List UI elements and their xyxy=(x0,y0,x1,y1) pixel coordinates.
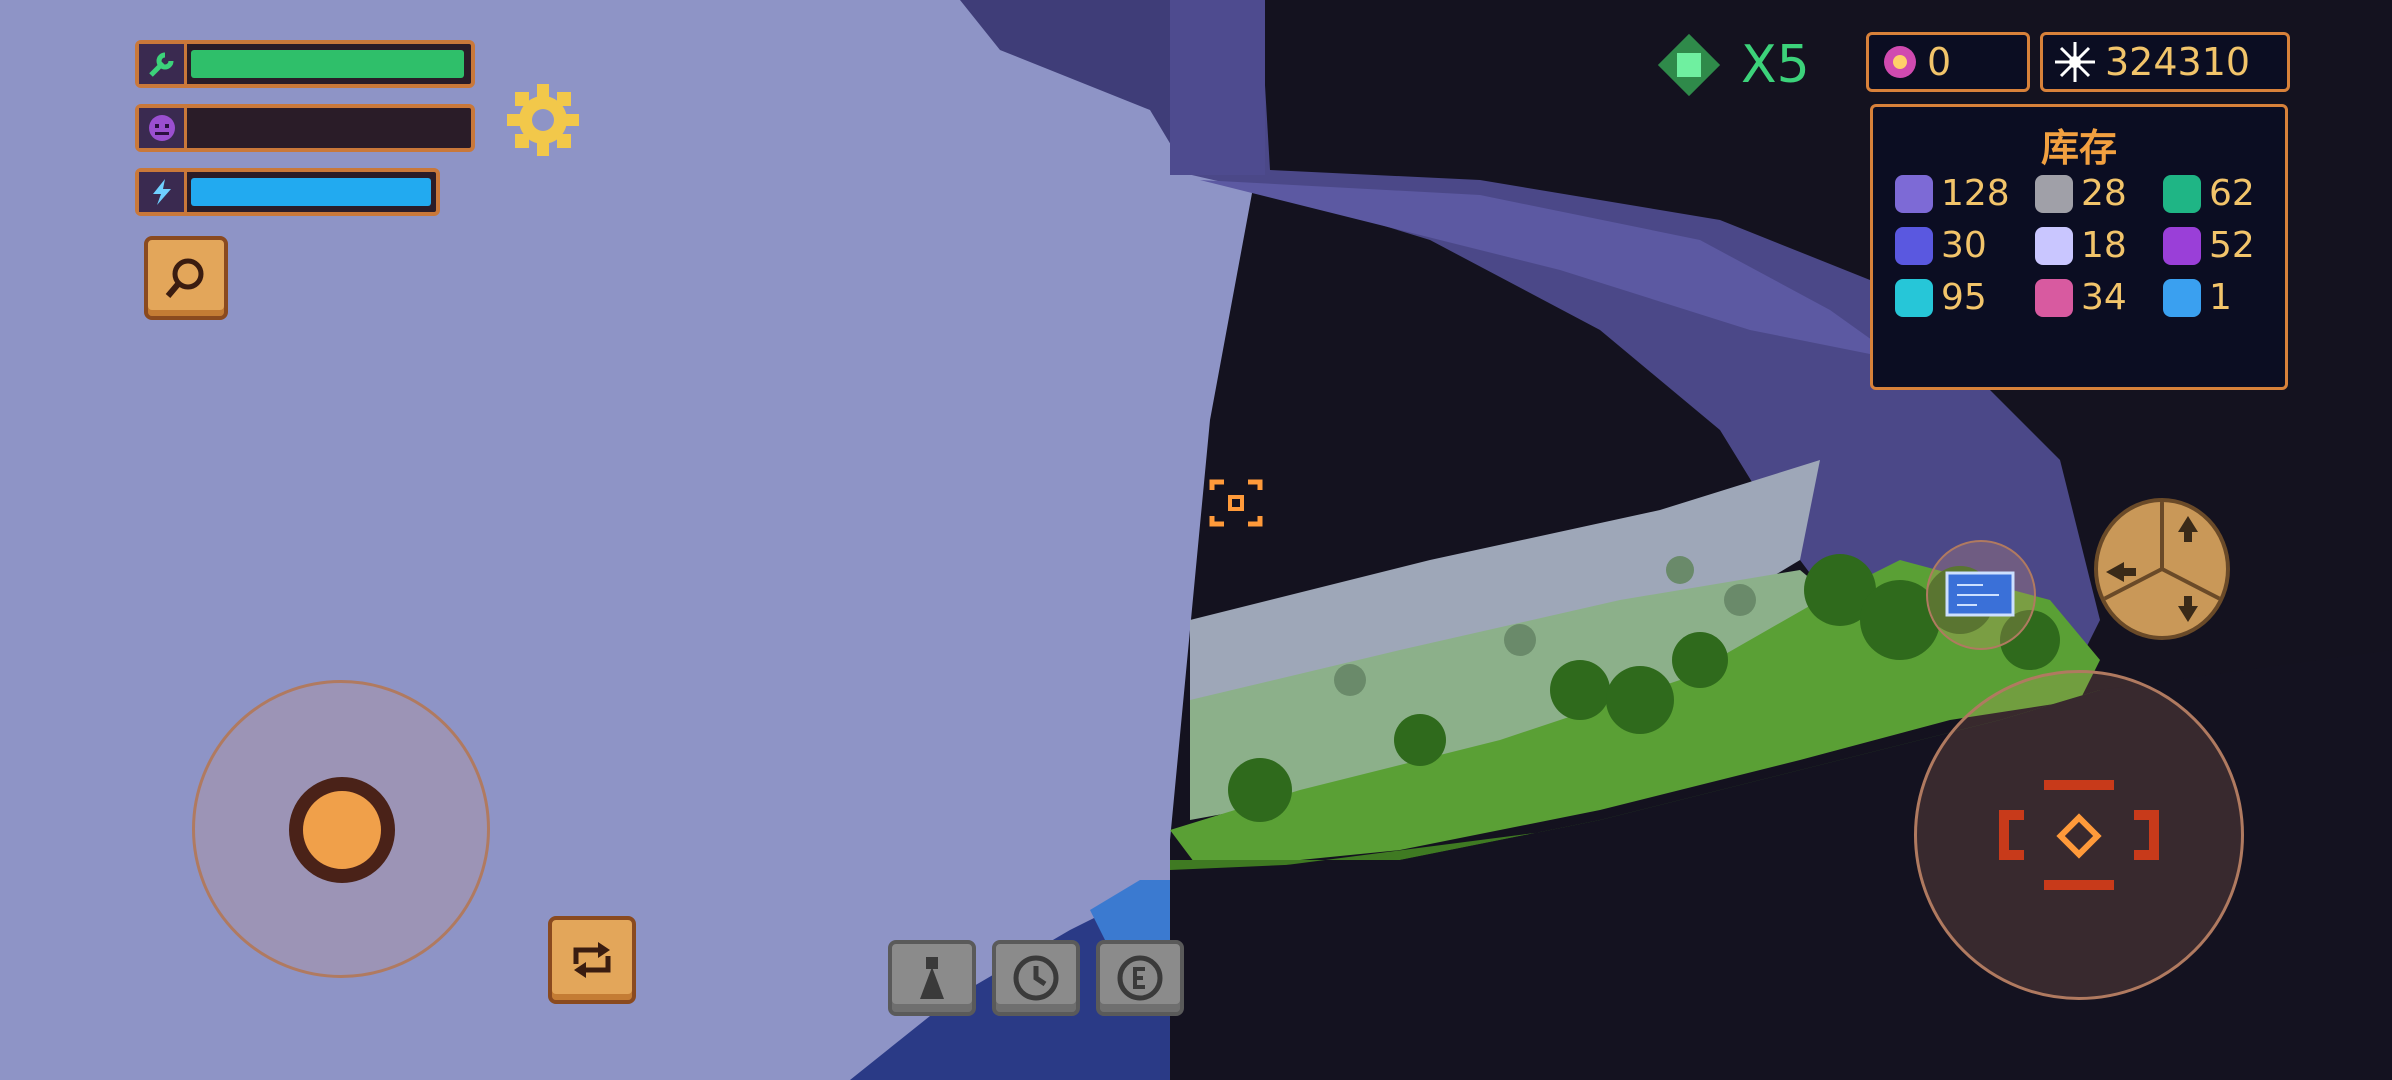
gem-count: 0 xyxy=(1927,40,1952,84)
demon-face-icon xyxy=(139,108,187,148)
gem-counter: 0 xyxy=(1866,32,2030,92)
inventory-item: 30 xyxy=(1895,225,1987,266)
gear-icon xyxy=(507,84,579,156)
joystick-knob[interactable] xyxy=(289,777,395,883)
inventory-item-count: 28 xyxy=(2081,173,2127,214)
swap-weapon-button[interactable] xyxy=(548,916,636,1004)
inventory-item: 128 xyxy=(1895,173,2010,214)
inventory-item: 62 xyxy=(2163,173,2255,214)
arrow-up-icon[interactable] xyxy=(2178,516,2198,542)
multiplier-display: X5 xyxy=(1655,30,1810,100)
clock-icon xyxy=(1013,955,1059,1001)
health-bar xyxy=(135,40,475,88)
score-counter: 324310 xyxy=(2040,32,2290,92)
search-icon xyxy=(165,258,204,298)
inventory-item-count: 30 xyxy=(1941,225,1987,266)
health-bar-fill xyxy=(191,50,464,78)
movement-joystick[interactable] xyxy=(192,680,490,978)
direction-wheel[interactable] xyxy=(2094,498,2230,640)
star-spark-icon xyxy=(2035,226,2073,265)
blueprint-scroll-icon xyxy=(1945,571,2015,617)
arrow-down-icon[interactable] xyxy=(2178,596,2198,622)
inventory-item-count: 34 xyxy=(2081,277,2127,318)
green-crystal-icon xyxy=(2163,174,2201,213)
blue-cube-icon xyxy=(2163,278,2201,317)
pink-gem-icon xyxy=(1884,46,1916,78)
skill-slot-2-button[interactable] xyxy=(992,940,1080,1016)
score-value: 324310 xyxy=(2105,40,2251,84)
inventory-item: 52 xyxy=(2163,225,2255,266)
inventory-title: 库存 xyxy=(2040,126,2117,170)
inventory-item-count: 52 xyxy=(2209,225,2255,266)
zoom-search-button[interactable] xyxy=(144,236,228,320)
inventory-item: 34 xyxy=(2035,277,2127,318)
inventory-item-count: 95 xyxy=(1941,277,1987,318)
inventory-item: 18 xyxy=(2035,225,2127,266)
lightning-icon xyxy=(139,172,187,212)
inventory-item: 1 xyxy=(2163,277,2232,318)
green-chip-icon xyxy=(1657,33,1721,97)
skill-slot-3-button[interactable] xyxy=(1096,940,1184,1016)
fire-button[interactable] xyxy=(1914,670,2244,1000)
inventory-item-count: 128 xyxy=(1941,173,2010,214)
spark-burst-icon xyxy=(2055,42,2095,82)
energy-bar xyxy=(135,168,440,216)
inventory-item: 28 xyxy=(2035,173,2127,214)
settings-gear-button[interactable] xyxy=(505,82,581,158)
rage-bar xyxy=(135,104,475,152)
pink-vine-icon xyxy=(2035,278,2073,317)
wrench-icon xyxy=(139,44,187,84)
coin-icon xyxy=(1117,955,1163,1001)
blueprint-button[interactable] xyxy=(1926,540,2036,650)
violet-crystal-icon xyxy=(2163,226,2201,265)
grey-shard-icon xyxy=(2035,174,2073,213)
inventory-item: 95 xyxy=(1895,277,1987,318)
swap-arrows-icon xyxy=(573,942,611,978)
crosshair-icon xyxy=(1999,780,2159,890)
cyan-orb-icon xyxy=(1895,278,1933,317)
energy-bar-fill xyxy=(191,178,432,206)
inventory-panel: 库存 128 28 62 30 18 52 95 34 1 xyxy=(1870,104,2288,390)
inventory-item-count: 1 xyxy=(2209,277,2232,318)
statue-icon xyxy=(920,957,944,999)
aim-reticle-icon xyxy=(1209,479,1263,527)
inventory-item-count: 62 xyxy=(2209,173,2255,214)
arrow-left-icon[interactable] xyxy=(2106,562,2136,582)
inventory-item-count: 18 xyxy=(2081,225,2127,266)
multiplier-label: X5 xyxy=(1741,35,1810,95)
blue-cluster-icon xyxy=(1895,226,1933,265)
skill-slot-1-button[interactable] xyxy=(888,940,976,1016)
purple-ore-icon xyxy=(1895,174,1933,213)
